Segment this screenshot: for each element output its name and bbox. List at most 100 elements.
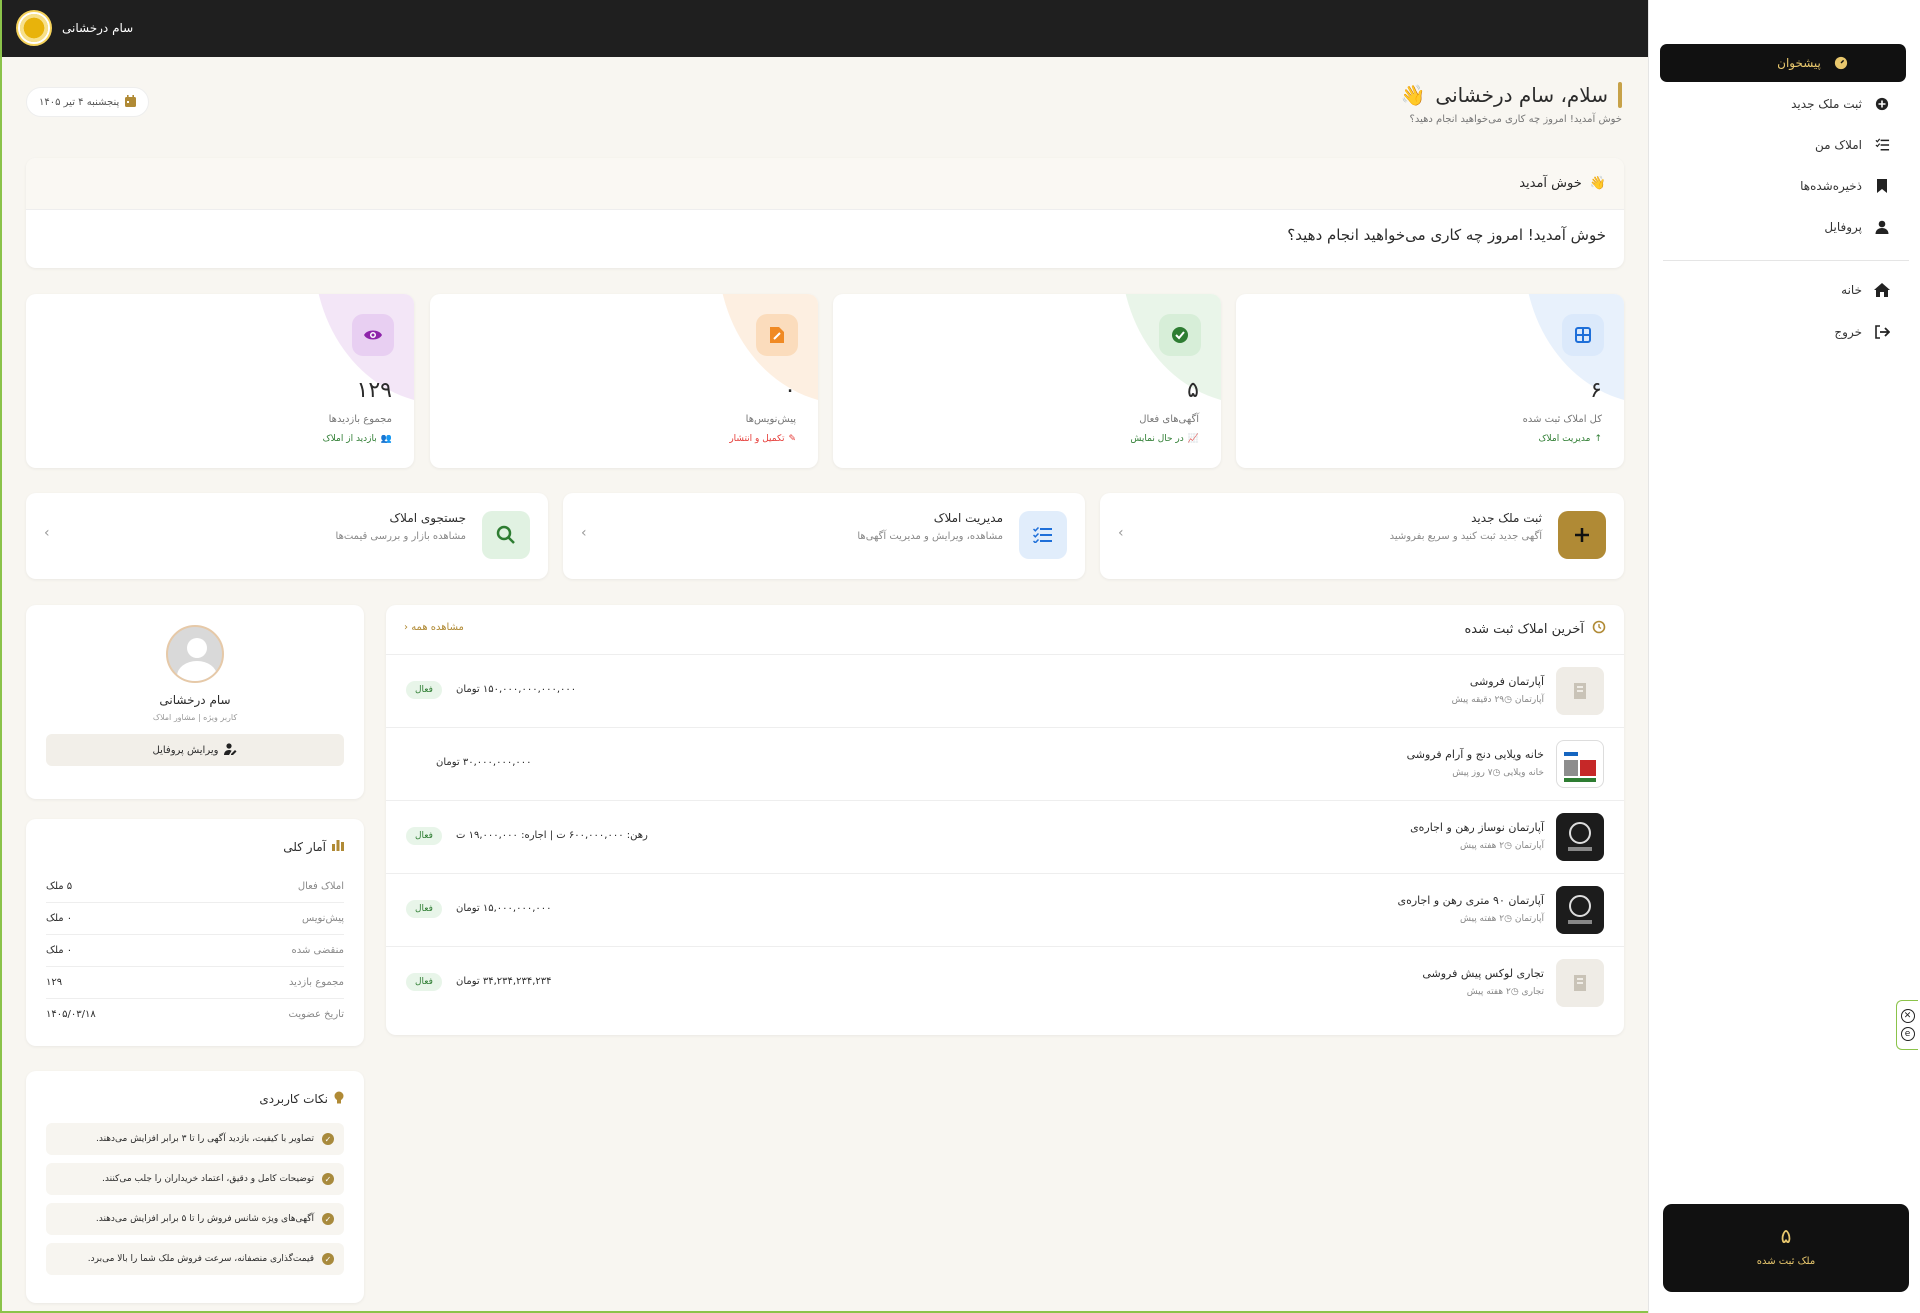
stat-value: ۰	[784, 378, 796, 403]
stat-value: ۱۲۹	[356, 378, 392, 403]
top-user[interactable]: سام درخشانی	[16, 10, 133, 46]
summary-title: آمار کلی	[283, 839, 326, 854]
list-check-icon	[1874, 137, 1890, 153]
summary-row: منقضی شده ۰ ملک	[46, 935, 344, 967]
sidebar-item-dashboard[interactable]: پیشخوان	[1660, 44, 1906, 82]
stat-link[interactable]: ↑ مدیریت املاک	[1538, 434, 1602, 444]
summary-row: مجموع بازدید ۱۲۹	[46, 967, 344, 999]
home-icon	[1874, 282, 1890, 298]
property-price: ۱۵,۰۰۰,۰۰۰,۰۰۰ تومان	[456, 903, 552, 914]
greeting: سلام، سام درخشانی 👋 خوش آمدید! امروز چه ک…	[1401, 82, 1622, 125]
date-badge: پنجشنبه ۴ تیر ۱۴۰۵	[26, 87, 150, 117]
sidebar-item-profile[interactable]: پروفایل	[1824, 219, 1890, 235]
table-row[interactable]: خانه ویلایی دنج و آرام فروشی خانه ویلایی…	[386, 728, 1624, 801]
check-circle-icon: ✓	[322, 1213, 334, 1225]
profile-role: کاربر ویژه | مشاور املاک	[152, 713, 238, 722]
tips-title: نکات کاربردی	[259, 1092, 328, 1106]
pencil-icon: ✎	[788, 434, 796, 444]
arrow-up-icon: ↑	[1594, 434, 1602, 444]
clock-icon: ◷	[1504, 695, 1512, 705]
building-icon	[1556, 959, 1604, 1007]
recent-properties-card: آخرین املاک ثبت شده مشاهده همه ‹ آپارتما…	[386, 605, 1624, 1035]
property-name: خانه ویلایی دنج و آرام فروشی	[1406, 748, 1544, 761]
property-meta: تجاری ◷۲ هفته پیش	[1466, 987, 1544, 997]
clock-icon: ◷	[1504, 841, 1512, 851]
property-price: ۳۰,۰۰۰,۰۰۰,۰۰۰ تومان	[436, 757, 532, 768]
profile-card: سام درخشانی کاربر ویژه | مشاور املاک ویر…	[26, 605, 364, 799]
calendar-icon	[125, 94, 137, 110]
avatar	[16, 10, 52, 46]
summary-row: پیش‌نویس ۰ ملک	[46, 903, 344, 935]
status-badge: فعال	[406, 681, 442, 699]
building-icon	[1556, 667, 1604, 715]
chevron-left-icon: ‹	[581, 525, 587, 541]
date-text: پنجشنبه ۴ تیر ۱۴۰۵	[39, 96, 120, 108]
summary-row: املاک فعال ۵ ملک	[46, 871, 344, 903]
property-price: ۱۵۰,۰۰۰,۰۰۰,۰۰۰,۰۰۰ تومان	[456, 684, 577, 695]
action-title: مدیریت املاک	[933, 511, 1003, 525]
tip-item: ✓ آگهی‌های ویژه شانس فروش را تا ۵ برابر ا…	[46, 1203, 344, 1235]
eye-icon	[352, 314, 394, 356]
action-search-properties[interactable]: جستجوی املاک مشاهده بازار و بررسی قیمت‌ه…	[26, 493, 548, 579]
table-row[interactable]: آپارتمان ۹۰ متری رهن و اجاره‌ی آپارتمان …	[386, 874, 1624, 947]
property-count-label: ملک ثبت شده	[1756, 1256, 1816, 1267]
plus-circle-icon	[1874, 96, 1890, 112]
sidebar-item-home[interactable]: خانه	[1841, 282, 1890, 298]
e-icon[interactable]: e	[1900, 1027, 1915, 1041]
search-icon	[482, 511, 530, 559]
action-title: جستجوی املاک	[389, 511, 466, 525]
lightbulb-icon	[334, 1091, 344, 1107]
chevron-left-icon: ‹	[44, 525, 50, 541]
chart-line-icon: 📈	[1187, 434, 1199, 444]
property-name: آپارتمان فروشی	[1469, 675, 1544, 688]
action-manage-properties[interactable]: مدیریت املاک مشاهده، ویرایش و مدیریت آگه…	[563, 493, 1085, 579]
action-subtitle: مشاهده، ویرایش و مدیریت آگهی‌ها	[857, 531, 1003, 542]
stat-card-active: ۵ آگهی‌های فعال 📈 در حال نمایش	[833, 294, 1221, 468]
property-name: تجاری لوکس پیش فروشی	[1422, 967, 1544, 980]
check-circle-icon: ✓	[322, 1173, 334, 1185]
property-meta: آپارتمان ◷۲ هفته پیش	[1460, 914, 1544, 924]
status-badge: فعال	[406, 973, 442, 991]
floating-widget[interactable]: ✕ e	[1896, 1000, 1918, 1050]
chevron-left-icon: ‹	[1118, 525, 1124, 541]
property-price: ۳۴,۲۳۴,۲۳۴,۲۳۴ تومان	[456, 976, 552, 987]
radiojavan-logo	[1556, 886, 1604, 934]
stat-value: ۵	[1187, 378, 1199, 403]
grid-icon	[1562, 314, 1604, 356]
property-price: رهن: ۶۰۰,۰۰۰,۰۰۰ ت | اجاره: ۱۹,۰۰۰,۰۰۰ ت	[456, 830, 648, 841]
plus-icon	[1558, 511, 1606, 559]
stat-card-views: ۱۲۹ مجموع بازدیدها 👥 بازدید از املاک	[26, 294, 414, 468]
logout-icon	[1874, 324, 1890, 340]
property-count: ۵	[1780, 1224, 1792, 1248]
page-subtitle: خوش آمدید! امروز چه کاری می‌خواهید انجام…	[1409, 114, 1622, 125]
top-bar: سام درخشانی	[2, 0, 1648, 57]
summary-card: آمار کلی املاک فعال ۵ ملک پیش‌نویس ۰ ملک م…	[26, 819, 364, 1046]
action-new-property[interactable]: ثبت ملک جدید آگهی جدید ثبت کنید و سریع ب…	[1100, 493, 1624, 579]
stat-link[interactable]: ✎ تکمیل و انتشار	[729, 434, 796, 444]
check-circle-icon: ✓	[322, 1253, 334, 1265]
close-icon[interactable]: ✕	[1900, 1009, 1915, 1023]
clock-icon: ◷	[1510, 987, 1519, 997]
action-subtitle: آگهی جدید ثبت کنید و سریع بفروشید	[1389, 531, 1542, 542]
edit-profile-button[interactable]: ویرایش پروفایل	[46, 734, 344, 766]
profile-name: سام درخشانی	[159, 693, 231, 707]
stat-label: مجموع بازدیدها	[328, 414, 392, 425]
table-row[interactable]: آپارتمان فروشی آپارتمان ◷۲۹ دقیقه پیش ۱۵…	[386, 655, 1624, 728]
sidebar-item-logout[interactable]: خروج	[1834, 324, 1890, 340]
sidebar-item-new-property[interactable]: ثبت ملک جدید	[1791, 96, 1890, 112]
wave-icon: 👋	[1589, 176, 1606, 191]
stat-link[interactable]: 📈 در حال نمایش	[1130, 434, 1199, 444]
history-icon	[1592, 620, 1606, 638]
table-row[interactable]: آپارتمان نوساز رهن و اجاره‌ی آپارتمان ◷۲…	[386, 801, 1624, 874]
welcome-title: خوش آمدید	[1519, 176, 1582, 191]
sidebar-item-saved[interactable]: ذخیره‌شده‌ها	[1800, 178, 1890, 194]
users-icon: 👥	[380, 434, 392, 444]
sidebar-item-my-properties[interactable]: املاک من	[1815, 137, 1890, 153]
clock-icon: ◷	[1504, 914, 1512, 924]
welcome-text: خوش آمدید! امروز چه کاری می‌خواهید انجام…	[1287, 226, 1606, 244]
stat-link[interactable]: 👥 بازدید از املاک	[323, 434, 392, 444]
table-row[interactable]: تجاری لوکس پیش فروشی تجاری ◷۲ هفته پیش ۳…	[386, 947, 1624, 1020]
view-all-link[interactable]: مشاهده همه ‹	[404, 622, 464, 633]
main-content: سلام، سام درخشانی 👋 خوش آمدید! امروز چه ک…	[2, 57, 1648, 1313]
stat-label: آگهی‌های فعال	[1139, 414, 1199, 425]
